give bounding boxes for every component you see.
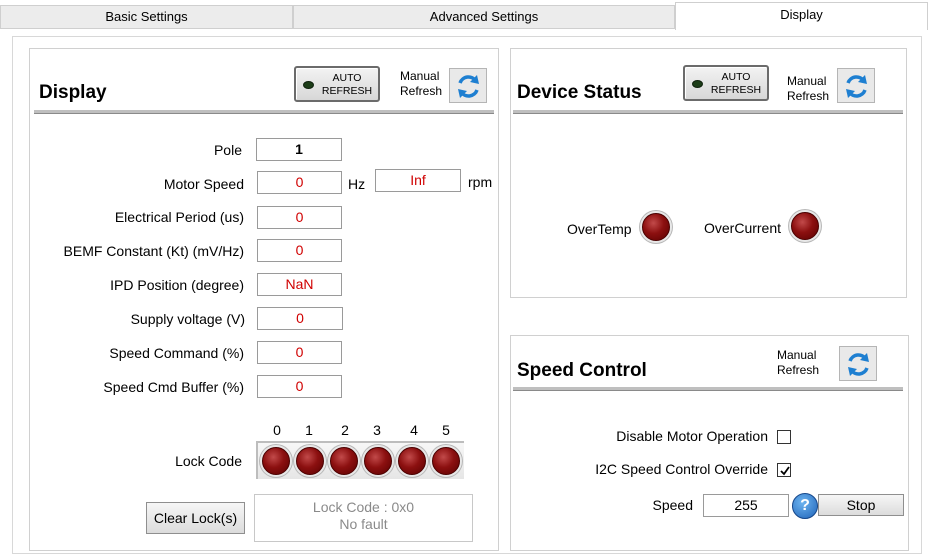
speed-cmd-buffer-value: 0 [257, 375, 342, 398]
motor-speed-rpm-value: Inf [375, 169, 461, 192]
stop-button[interactable]: Stop [818, 494, 904, 516]
display-refresh-button[interactable] [449, 68, 487, 103]
lock-bit-4-label: 4 [410, 422, 418, 438]
display-manual-refresh-label: Manual Refresh [400, 69, 443, 98]
speed-control-title: Speed Control [517, 360, 647, 381]
disable-motor-label: Disable Motor Operation [616, 428, 768, 444]
device-status-header-divider [513, 110, 903, 114]
pole-value: 1 [256, 138, 342, 161]
display-panel-title: Display [39, 82, 107, 103]
lock-code-label: Lock Code [175, 453, 242, 469]
tab-content: Display AUTO REFRESH Manual Refresh Pole… [12, 36, 922, 554]
lock-bit-2-led-icon [330, 447, 358, 475]
electrical-period-value: 0 [257, 206, 342, 229]
speed-command-label: Speed Command (%) [109, 345, 244, 361]
refresh-icon [458, 75, 479, 98]
speed-label: Speed [652, 497, 693, 513]
display-panel: Display AUTO REFRESH Manual Refresh Pole… [29, 48, 499, 551]
lock-bit-0-label: 0 [273, 422, 281, 438]
lock-bit-5-label: 5 [442, 422, 450, 438]
speed-control-panel: Speed Control Manual Refresh Disable Mot… [510, 335, 909, 551]
overcurrent-led-icon [791, 212, 819, 240]
motor-speed-hz-value: 0 [257, 171, 342, 194]
device-auto-refresh-button[interactable]: AUTO REFRESH [683, 65, 769, 101]
lock-status-box: Lock Code : 0x0 No fault [254, 494, 473, 542]
checkmark-icon [780, 466, 790, 476]
lock-code-status: Lock Code : 0x0 [312, 499, 415, 515]
overtemp-led-icon [642, 213, 670, 241]
lock-bit-3-label: 3 [373, 422, 381, 438]
lock-bit-3-led-icon [364, 447, 392, 475]
auto-refresh-led-icon [303, 81, 314, 89]
speed-manual-refresh-label: Manual Refresh [777, 348, 820, 377]
refresh-icon [846, 75, 867, 98]
ipd-position-value: NaN [257, 273, 342, 296]
speed-refresh-button[interactable] [839, 346, 877, 381]
motor-speed-rpm-unit: rpm [468, 174, 493, 190]
speed-cmd-buffer-label: Speed Cmd Buffer (%) [103, 379, 244, 395]
electrical-period-label: Electrical Period (us) [114, 209, 244, 225]
disable-motor-checkbox[interactable] [777, 430, 791, 444]
clear-locks-button[interactable]: Clear Lock(s) [146, 502, 245, 534]
auto-refresh-label: AUTO REFRESH [710, 71, 762, 96]
overcurrent-label: OverCurrent [704, 220, 782, 236]
speed-help-icon[interactable]: ? [792, 493, 818, 519]
tab-advanced-settings[interactable]: Advanced Settings [293, 5, 675, 29]
motor-speed-label: Motor Speed [163, 176, 244, 192]
i2c-override-checkbox[interactable] [777, 463, 791, 477]
auto-refresh-label: AUTO REFRESH [321, 72, 373, 97]
refresh-icon [848, 353, 869, 376]
tab-display[interactable]: Display [675, 2, 928, 30]
auto-refresh-led-icon [692, 80, 703, 88]
tab-bar: Basic Settings Advanced Settings Display [0, 0, 928, 30]
ipd-position-label: IPD Position (degree) [110, 277, 244, 293]
bemf-constant-label: BEMF Constant (Kt) (mV/Hz) [63, 243, 244, 259]
supply-voltage-label: Supply voltage (V) [130, 311, 245, 327]
display-auto-refresh-button[interactable]: AUTO REFRESH [294, 66, 380, 102]
speed-control-header-divider [513, 387, 903, 391]
fault-status: No fault [339, 516, 388, 532]
lock-bit-0-led-icon [262, 447, 290, 475]
bemf-constant-value: 0 [257, 239, 342, 262]
lock-bit-1-label: 1 [305, 422, 313, 438]
speed-command-value: 0 [257, 341, 342, 364]
lock-bit-1-led-icon [296, 447, 324, 475]
display-header-divider [34, 110, 494, 114]
supply-voltage-value: 0 [257, 307, 343, 330]
pole-label: Pole [213, 142, 242, 158]
lock-bit-4-led-icon [398, 447, 426, 475]
device-status-panel: Device Status AUTO REFRESH Manual Refres… [510, 48, 907, 298]
device-status-title: Device Status [517, 82, 642, 103]
overtemp-label: OverTemp [567, 221, 632, 237]
i2c-override-label: I2C Speed Control Override [595, 461, 768, 477]
device-refresh-button[interactable] [837, 68, 875, 103]
tab-basic-settings[interactable]: Basic Settings [0, 5, 293, 29]
lock-bit-5-led-icon [432, 447, 460, 475]
motor-speed-hz-unit: Hz [348, 176, 366, 192]
device-manual-refresh-label: Manual Refresh [787, 74, 830, 103]
lock-bit-2-label: 2 [341, 422, 349, 438]
speed-input[interactable]: 255 [703, 494, 789, 517]
